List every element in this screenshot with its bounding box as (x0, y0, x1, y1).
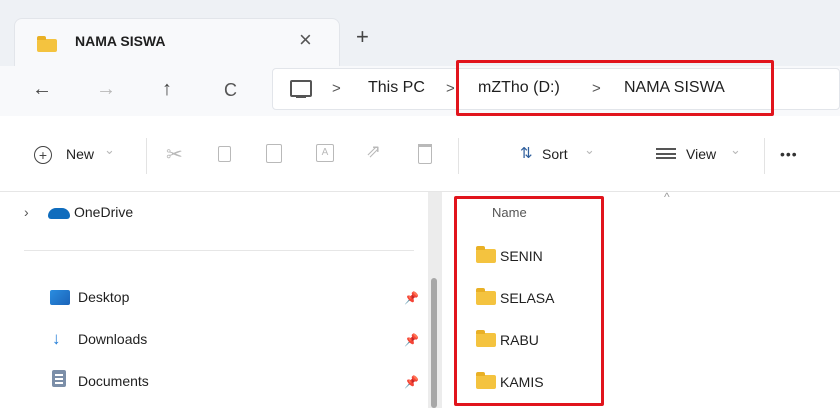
sidebar-item-downloads[interactable]: Downloads (78, 331, 147, 347)
up-icon[interactable]: ↑ (162, 78, 172, 101)
chevron-down-icon: ⌄ (730, 142, 741, 157)
highlight-box-files (454, 196, 604, 406)
sidebar-item-documents[interactable]: Documents (78, 373, 149, 389)
new-tab-icon[interactable]: + (356, 24, 369, 50)
pin-icon[interactable]: 📌 (404, 375, 419, 389)
back-icon[interactable]: ← (32, 78, 52, 101)
monitor-icon (290, 80, 312, 100)
new-button[interactable]: + New ⌄ (34, 142, 144, 170)
download-icon: ↓ (52, 329, 61, 348)
expand-chevron-icon[interactable]: › (24, 204, 29, 220)
chevron-down-icon: ⌄ (104, 142, 115, 157)
close-icon[interactable]: × (299, 27, 312, 53)
cut-icon[interactable]: ✂ (166, 142, 183, 167)
folder-icon (37, 36, 57, 52)
sort-icon: ⇅ (520, 145, 533, 162)
view-button-label: View (686, 146, 717, 162)
breadcrumb-separator: > (446, 80, 455, 97)
toolbar-divider (764, 138, 765, 174)
toolbar-divider (458, 138, 459, 174)
new-button-label: New (66, 146, 95, 162)
sort-button[interactable]: ⇅ Sort ⌄ (520, 142, 610, 170)
more-options-icon[interactable]: ••• (780, 146, 798, 162)
toolbar-divider (146, 138, 147, 174)
highlight-box-path (456, 60, 774, 116)
share-icon[interactable]: ⇗ (366, 141, 381, 162)
breadcrumb-this-pc[interactable]: This PC (368, 79, 425, 97)
refresh-icon[interactable]: C (224, 80, 237, 101)
scrollbar-thumb[interactable] (431, 278, 437, 408)
sort-button-label: Sort (542, 146, 568, 162)
copy-icon[interactable] (218, 146, 231, 162)
rename-icon[interactable]: A (316, 144, 334, 162)
documents-icon (52, 370, 66, 387)
tab-nama-siswa[interactable]: NAMA SISWA × (14, 18, 340, 66)
desktop-icon (50, 290, 70, 305)
forward-icon[interactable]: → (96, 78, 116, 101)
breadcrumb-separator: > (332, 80, 341, 97)
sidebar-divider (24, 250, 414, 251)
paste-icon[interactable] (266, 144, 282, 163)
tab-title: NAMA SISWA (75, 33, 166, 49)
sort-arrow-icon: ^ (664, 190, 670, 204)
pin-icon[interactable]: 📌 (404, 333, 419, 347)
onedrive-icon (48, 208, 70, 219)
chevron-down-icon: ⌄ (584, 142, 595, 157)
delete-icon[interactable] (418, 144, 432, 164)
plus-circle-icon: + (34, 146, 52, 164)
view-button[interactable]: View ⌄ (656, 142, 752, 170)
pin-icon[interactable]: 📌 (404, 291, 419, 305)
sidebar-item-desktop[interactable]: Desktop (78, 289, 129, 305)
sidebar-item-onedrive[interactable]: OneDrive (74, 204, 133, 220)
view-lines-icon (656, 148, 676, 159)
